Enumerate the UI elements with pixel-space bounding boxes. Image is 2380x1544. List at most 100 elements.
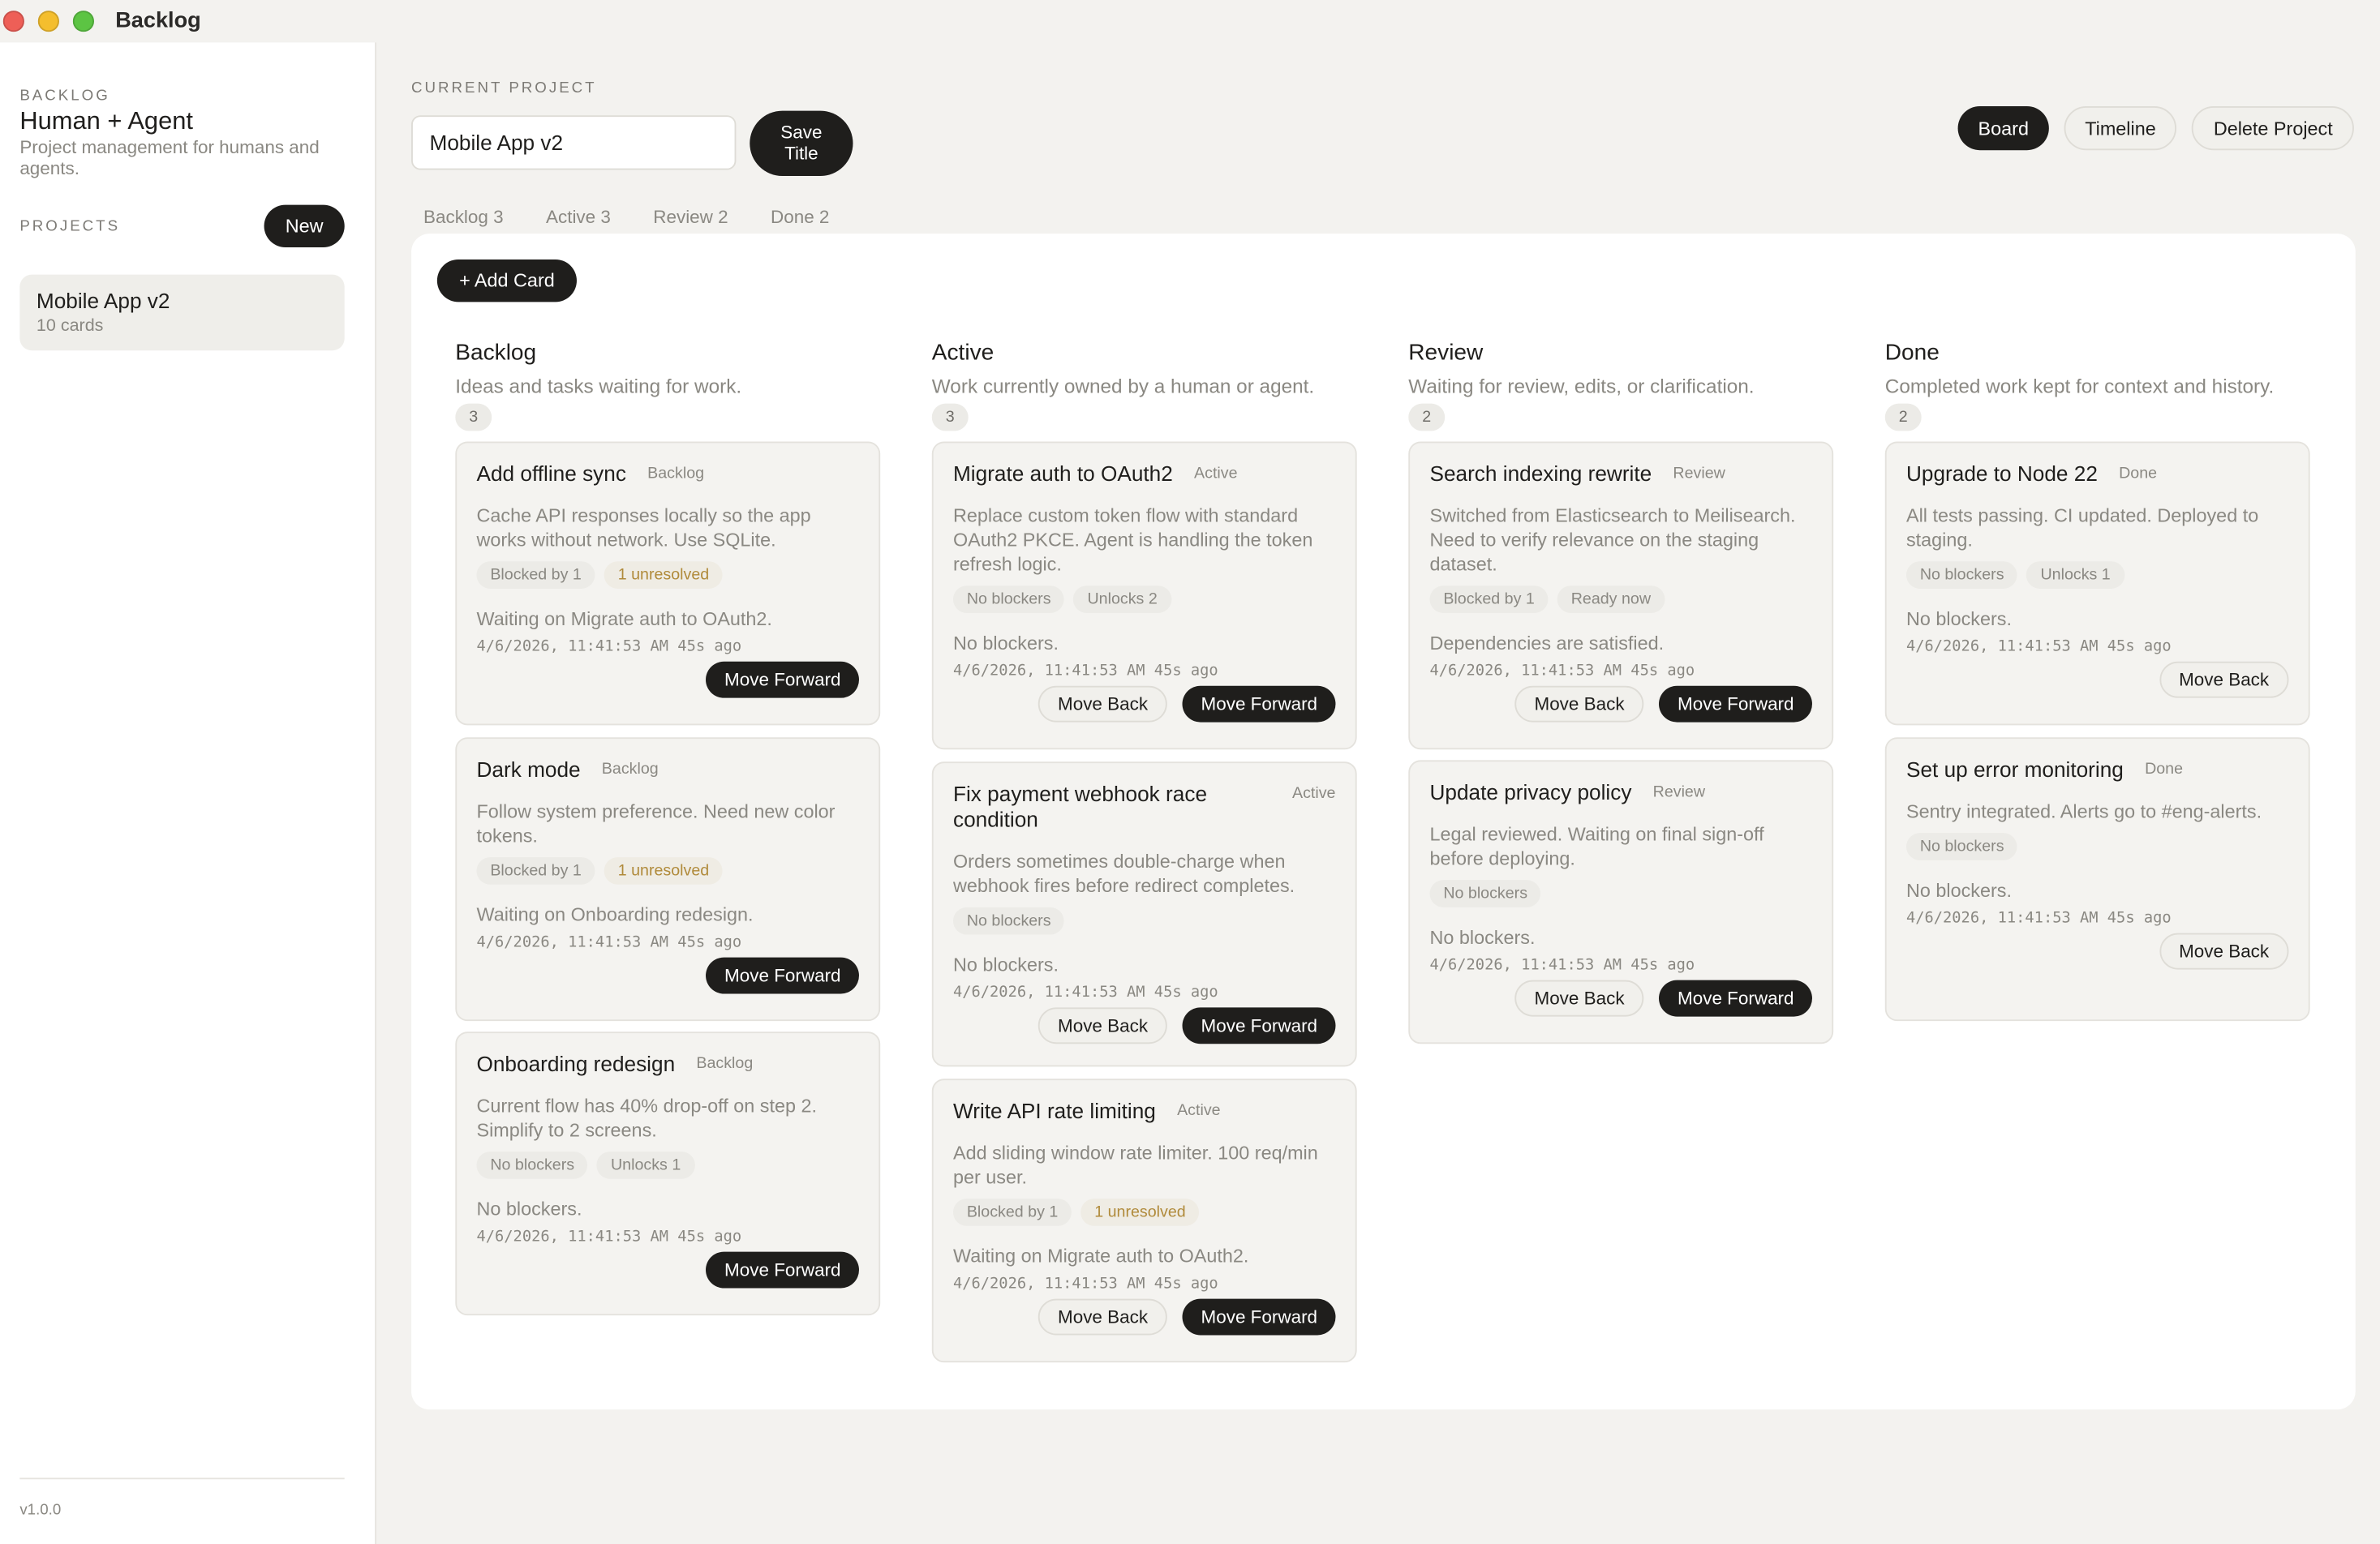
zoom-window-button[interactable] bbox=[72, 11, 95, 32]
column-done: Done Completed work kept for context and … bbox=[1884, 340, 2310, 1022]
move-back-button[interactable]: Move Back bbox=[1037, 1007, 1168, 1044]
task-card[interactable]: Search indexing rewrite Review Switched fr… bbox=[1408, 441, 1834, 750]
add-card-button[interactable]: + Add Card bbox=[436, 259, 577, 302]
card-title: Update privacy policy bbox=[1429, 779, 1632, 804]
new-project-button[interactable]: New bbox=[264, 204, 345, 247]
column-tabs: Backlog 3 Active 3 Review 2 Done 2 bbox=[423, 206, 829, 227]
card-badges: No blockers bbox=[1429, 880, 1811, 907]
save-title-button[interactable]: Save Title bbox=[750, 110, 853, 177]
task-card[interactable]: Fix payment webhook race condition Active… bbox=[931, 761, 1357, 1067]
column-backlog: Backlog Ideas and tasks waiting for work.… bbox=[455, 340, 881, 1316]
card-description: Replace custom token flow with standard … bbox=[952, 505, 1313, 576]
card-header: Write API rate limiting Active bbox=[953, 1099, 1335, 1125]
card-header: Migrate auth to OAuth2 Active bbox=[953, 461, 1335, 487]
card-actions: Move Back Move Forward bbox=[1429, 685, 1812, 723]
column-title: Active bbox=[931, 340, 995, 366]
column-count-badge: 3 bbox=[931, 403, 969, 431]
card-description: Orders sometimes double-charge when webh… bbox=[952, 851, 1295, 897]
board-view-button[interactable]: Board bbox=[1958, 105, 2049, 151]
card-actions: Move Back Move Forward bbox=[953, 1298, 1336, 1336]
move-forward-button[interactable]: Move Forward bbox=[1659, 685, 1812, 723]
project-card-count: 10 cards bbox=[36, 317, 104, 336]
dependency-badge: 1 unresolved bbox=[1080, 1199, 1200, 1226]
move-back-button[interactable]: Move Back bbox=[1514, 685, 1644, 723]
card-status-label: Backlog bbox=[647, 464, 705, 482]
move-forward-button[interactable]: Move Forward bbox=[706, 661, 859, 698]
sidebar: BACKLOG Human + Agent Project management… bbox=[0, 42, 377, 1544]
column-description: Work currently owned by a human or agent… bbox=[931, 375, 1315, 398]
move-forward-button[interactable]: Move Forward bbox=[1183, 1007, 1336, 1044]
card-title: Upgrade to Node 22 bbox=[1905, 461, 2098, 486]
card-dependency-note: Dependencies are satisfied. bbox=[1429, 633, 1665, 654]
minimize-window-button[interactable] bbox=[37, 11, 59, 32]
move-forward-button[interactable]: Move Forward bbox=[706, 1251, 859, 1289]
column-title: Backlog bbox=[455, 340, 537, 366]
task-card[interactable]: Write API rate limiting Active Add sliding… bbox=[931, 1079, 1357, 1363]
card-status-label: Backlog bbox=[696, 1054, 754, 1073]
projects-heading: PROJECTS bbox=[19, 218, 121, 236]
sidebar-item-project[interactable]: Mobile App v2 10 cards bbox=[19, 274, 345, 351]
dependency-badge: No blockers bbox=[476, 1152, 588, 1179]
card-badges: Blocked by 1 1 unresolved bbox=[952, 1199, 1335, 1226]
card-status-label: Active bbox=[1177, 1101, 1221, 1120]
card-badges: Blocked by 1 1 unresolved bbox=[476, 561, 858, 589]
view-switcher: Board Timeline Delete Project bbox=[1958, 105, 2354, 151]
tab-active[interactable]: Active 3 bbox=[546, 206, 611, 227]
move-forward-button[interactable]: Move Forward bbox=[706, 957, 859, 994]
card-badges: No blockers Unlocks 1 bbox=[1905, 561, 2288, 589]
card-dependency-note: Waiting on Migrate auth to OAuth2. bbox=[476, 608, 772, 630]
card-timestamp: 4/6/2026, 11:41:53 AM 45s ago bbox=[476, 638, 742, 656]
card-timestamp: 4/6/2026, 11:41:53 AM 45s ago bbox=[476, 1229, 742, 1246]
task-card[interactable]: Migrate auth to OAuth2 Active Replace cust… bbox=[931, 441, 1357, 750]
tab-done[interactable]: Done 2 bbox=[771, 206, 829, 227]
dependency-badge: No blockers bbox=[1905, 833, 2018, 860]
task-card[interactable]: Upgrade to Node 22 Done All tests passing.… bbox=[1884, 441, 2310, 726]
move-forward-button[interactable]: Move Forward bbox=[1659, 980, 1812, 1017]
project-title-input[interactable] bbox=[411, 115, 737, 170]
task-card[interactable]: Dark mode Backlog Follow system preference… bbox=[455, 737, 881, 1022]
column-title: Done bbox=[1884, 340, 1940, 366]
column-review: Review Waiting for review, edits, or clar… bbox=[1408, 340, 1834, 1044]
card-title: Set up error monitoring bbox=[1905, 757, 2124, 782]
card-timestamp: 4/6/2026, 11:41:53 AM 45s ago bbox=[1429, 663, 1695, 680]
card-badges: Blocked by 1 Ready now bbox=[1429, 585, 1811, 613]
card-actions: Move Forward bbox=[476, 957, 859, 994]
card-timestamp: 4/6/2026, 11:41:53 AM 45s ago bbox=[1905, 910, 2172, 928]
move-back-button[interactable]: Move Back bbox=[1514, 980, 1644, 1017]
card-actions: Move Forward bbox=[476, 1251, 859, 1289]
tab-review[interactable]: Review 2 bbox=[653, 206, 728, 227]
card-timestamp: 4/6/2026, 11:41:53 AM 45s ago bbox=[1429, 957, 1695, 975]
move-back-button[interactable]: Move Back bbox=[2159, 661, 2289, 698]
card-actions: Move Back bbox=[1906, 661, 2289, 698]
card-title: Add offline sync bbox=[476, 461, 626, 486]
task-card[interactable]: Add offline sync Backlog Cache API respons… bbox=[455, 441, 881, 726]
task-card[interactable]: Onboarding redesign Backlog Current flow h… bbox=[455, 1031, 881, 1316]
column-description: Completed work kept for context and hist… bbox=[1884, 375, 2275, 398]
task-card[interactable]: Set up error monitoring Done Sentry integr… bbox=[1884, 737, 2310, 1022]
tab-backlog[interactable]: Backlog 3 bbox=[423, 206, 504, 227]
task-card[interactable]: Update privacy policy Review Legal reviewe… bbox=[1408, 760, 1834, 1044]
card-description: All tests passing. CI updated. Deployed … bbox=[1905, 505, 2259, 551]
dependency-badge: Unlocks 1 bbox=[2026, 561, 2124, 589]
card-dependency-note: No blockers. bbox=[1429, 927, 1536, 949]
dependency-badge: No blockers bbox=[952, 585, 1065, 613]
card-status-label: Review bbox=[1652, 783, 1706, 801]
close-window-button[interactable] bbox=[2, 11, 24, 32]
move-forward-button[interactable]: Move Forward bbox=[1183, 1298, 1336, 1336]
dependency-badge: Unlocks 1 bbox=[597, 1152, 695, 1179]
delete-project-button[interactable]: Delete Project bbox=[2192, 105, 2354, 151]
timeline-view-button[interactable]: Timeline bbox=[2064, 105, 2177, 151]
card-description: Current flow has 40% drop-off on step 2.… bbox=[476, 1095, 817, 1141]
window-title: Backlog bbox=[115, 9, 201, 34]
dependency-badge: Blocked by 1 bbox=[1429, 585, 1549, 613]
card-actions: Move Back Move Forward bbox=[953, 685, 1336, 723]
card-title: Dark mode bbox=[476, 757, 581, 782]
column-description: Ideas and tasks waiting for work. bbox=[455, 375, 742, 398]
move-forward-button[interactable]: Move Forward bbox=[1183, 685, 1336, 723]
card-description: Sentry integrated. Alerts go to #eng-ale… bbox=[1905, 800, 2262, 823]
app-description: Project management for humans and agents… bbox=[19, 136, 320, 178]
move-back-button[interactable]: Move Back bbox=[2159, 933, 2289, 970]
move-back-button[interactable]: Move Back bbox=[1037, 685, 1168, 723]
move-back-button[interactable]: Move Back bbox=[1037, 1298, 1168, 1336]
card-actions: Move Back Move Forward bbox=[953, 1007, 1336, 1044]
